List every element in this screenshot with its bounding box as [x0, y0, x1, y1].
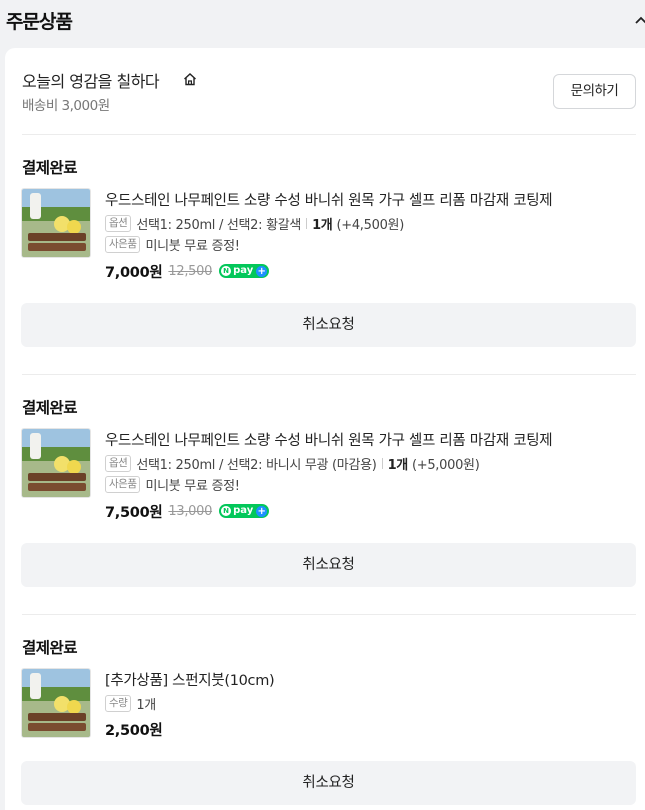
gift-tag: 사은품	[105, 475, 141, 493]
order-status: 결제완료	[22, 399, 78, 417]
gift-tag: 사은품	[105, 235, 141, 253]
home-icon	[184, 73, 196, 86]
quantity: 1개	[312, 217, 333, 233]
product-image	[22, 429, 90, 497]
option-text: 선택1: 250ml / 선택2: 황갈색	[136, 217, 302, 233]
option-line: 옵션 선택1: 250ml / 선택2: 황갈색 1개 (+4,500원)	[105, 214, 404, 233]
plus-icon: +	[256, 265, 268, 277]
option-line: 옵션 선택1: 250ml / 선택2: 바니시 무광 (마감용) 1개 (+5…	[105, 454, 480, 473]
price-line: 7,000원 12,500 N pay +	[105, 261, 270, 281]
order-products-header[interactable]: 주문상품	[0, 0, 645, 40]
original-price: 13,000	[168, 503, 213, 519]
option-price: (+5,000원)	[411, 457, 480, 473]
product-name[interactable]: 우드스테인 나무페인트 소량 수성 바니쉬 원목 가구 셀프 리폼 마감재 코팅…	[105, 189, 635, 210]
quantity: 1개	[387, 457, 409, 473]
option-text: 선택1: 250ml / 선택2: 바니시 무광 (마감용)	[136, 457, 377, 473]
gift-text: 미니붓 무료 증정!	[145, 238, 240, 254]
quantity-tag: 수량	[105, 694, 132, 712]
option-price: (+4,500원)	[336, 217, 404, 233]
product-thumbnail[interactable]	[21, 668, 91, 738]
npay-plus-badge: N pay +	[219, 264, 270, 278]
price: 2,500원	[105, 722, 163, 739]
divider	[22, 134, 636, 135]
quantity: 1개	[136, 697, 156, 713]
separator	[306, 217, 308, 229]
section-title: 주문상품	[6, 11, 73, 33]
option-tag: 옵션	[105, 214, 132, 232]
option-tag: 옵션	[105, 454, 132, 472]
quantity-line: 수량 1개	[105, 694, 156, 713]
product-thumbnail[interactable]	[21, 428, 91, 498]
separator	[381, 457, 383, 469]
store-name[interactable]: 오늘의 영감을 칠하다	[22, 68, 160, 92]
gift-line: 사은품 미니붓 무료 증정!	[105, 475, 240, 494]
gift-text: 미니붓 무료 증정!	[145, 478, 240, 494]
npay-label: pay	[233, 505, 254, 516]
gift-line: 사은품 미니붓 무료 증정!	[105, 235, 240, 254]
product-image	[22, 189, 90, 257]
order-status: 결제완료	[22, 159, 78, 177]
cancel-request-button[interactable]: 취소요청	[21, 761, 636, 805]
npay-plus-badge: N pay +	[219, 504, 270, 518]
product-name[interactable]: [추가상품] 스펀지붓(10cm)	[105, 669, 635, 690]
chevron-up-icon[interactable]	[633, 12, 645, 28]
original-price: 12,500	[168, 263, 213, 279]
shipping-fee: 배송비 3,000원	[22, 98, 110, 114]
divider	[22, 614, 636, 615]
plus-icon: +	[256, 505, 268, 517]
npay-n-icon: N	[221, 506, 232, 516]
price: 7,500원	[105, 504, 163, 521]
npay-n-icon: N	[221, 266, 232, 276]
price-line: 2,500원	[105, 719, 163, 739]
divider	[22, 374, 636, 375]
product-image	[22, 669, 90, 737]
npay-label: pay	[233, 265, 254, 276]
order-status: 결제완료	[22, 639, 78, 657]
product-name[interactable]: 우드스테인 나무페인트 소량 수성 바니쉬 원목 가구 셀프 리폼 마감재 코팅…	[105, 429, 635, 450]
cancel-request-button[interactable]: 취소요청	[21, 303, 636, 347]
price: 7,000원	[105, 264, 163, 281]
cancel-request-button[interactable]: 취소요청	[21, 543, 636, 587]
inquiry-button[interactable]: 문의하기	[553, 74, 636, 109]
price-line: 7,500원 13,000 N pay +	[105, 501, 270, 521]
product-thumbnail[interactable]	[21, 188, 91, 258]
